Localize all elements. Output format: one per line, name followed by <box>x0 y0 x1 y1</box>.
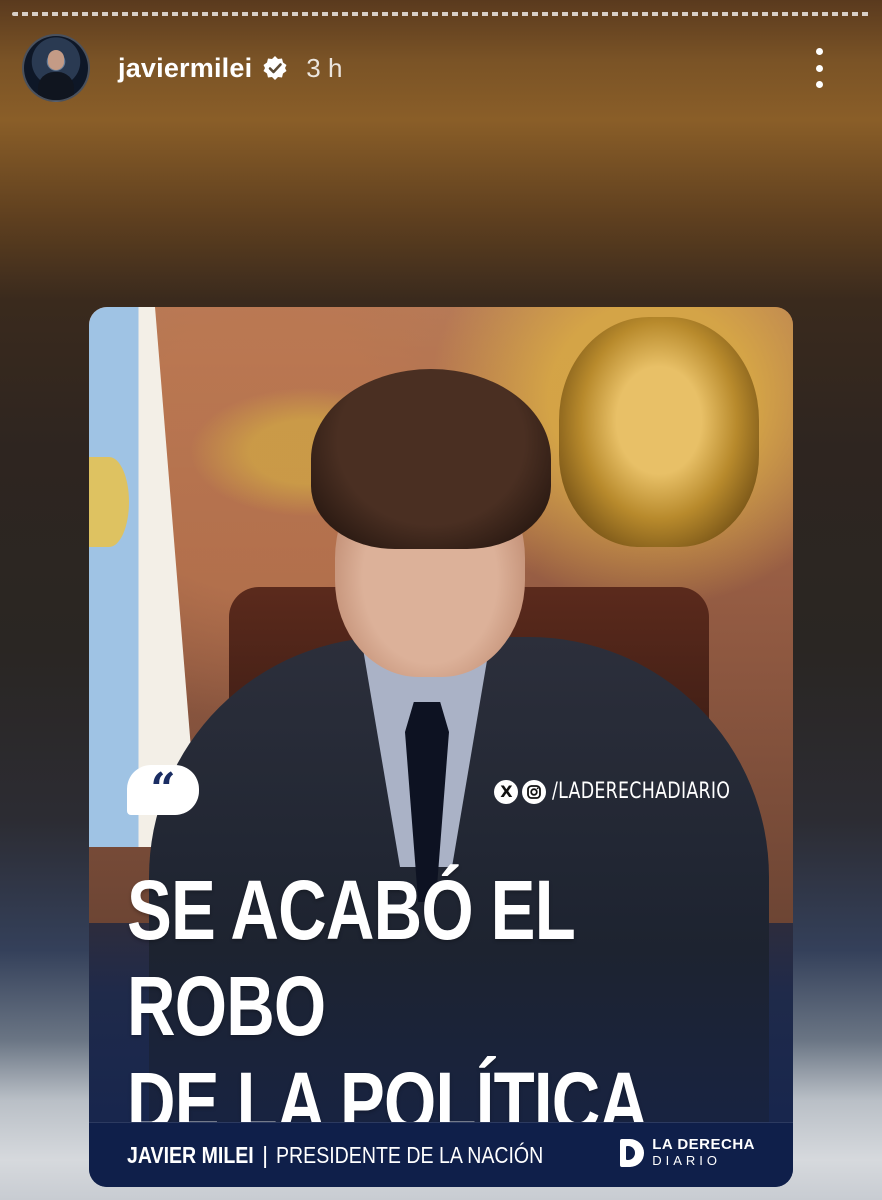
avatar-face <box>48 50 64 70</box>
flag-sun <box>89 457 129 547</box>
headline-line-1: SE ACABÓ EL ROBO <box>127 863 575 1053</box>
gold-lion-ornament <box>559 317 759 547</box>
social-handle: /LADERECHADIARIO <box>552 779 731 804</box>
x-icon: X <box>494 779 519 804</box>
footer-separator: | <box>262 1141 269 1168</box>
avatar[interactable] <box>22 34 90 102</box>
more-dot <box>815 64 823 72</box>
person-hair <box>311 369 551 549</box>
author-name: JAVIER MILEI <box>127 1141 254 1168</box>
more-dot <box>815 48 823 55</box>
quote-icon: “ <box>127 765 199 815</box>
brand-line-1: LA DERECHA <box>652 1136 755 1153</box>
username[interactable]: javiermilei <box>118 53 252 84</box>
author-role: PRESIDENTE DE LA NACIÓN <box>276 1141 544 1168</box>
story-header: javiermilei 3 h <box>22 34 860 102</box>
brand-line-2: DIARIO <box>652 1153 722 1168</box>
story-progress-track <box>12 12 870 16</box>
more-dot <box>815 81 823 88</box>
brand-logo: LA DERECHA DIARIO <box>620 1137 755 1169</box>
instagram-icon <box>522 779 547 804</box>
story-progress-bar <box>12 12 870 16</box>
story-post-card[interactable]: “ X /LADERECHADIARIO SE ACABÓ EL ROBO DE… <box>89 307 793 1187</box>
more-options-icon[interactable] <box>814 48 824 88</box>
post-footer: JAVIER MILEI | PRESIDENTE DE LA NACIÓN L… <box>89 1122 793 1187</box>
headline: SE ACABÓ EL ROBO DE LA POLÍTICA <box>127 862 767 1150</box>
post-time: 3 h <box>306 52 343 83</box>
la-derecha-logo-icon <box>620 1139 645 1167</box>
verified-badge-icon <box>262 55 288 81</box>
social-handle-group: X /LADERECHADIARIO <box>494 779 755 804</box>
avatar-suit <box>38 72 74 100</box>
